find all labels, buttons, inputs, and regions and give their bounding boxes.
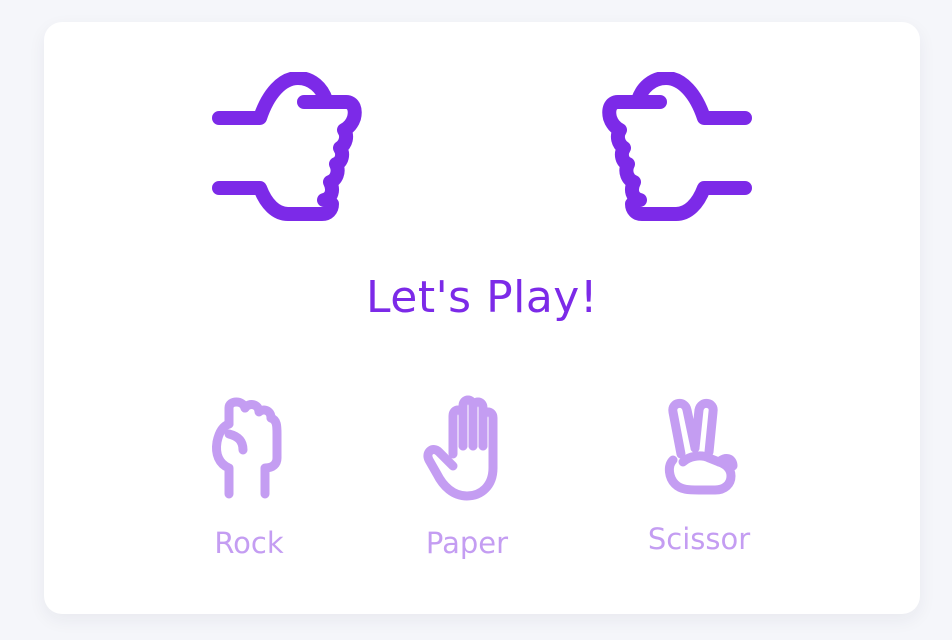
game-title: Let's Play! [366,272,598,323]
scissor-button[interactable]: Scissor [634,394,764,564]
paper-icon [417,394,517,504]
rock-icon [199,394,299,504]
scissor-label: Scissor [647,522,751,556]
computer-hand-icon [602,72,752,222]
paper-button[interactable]: Paper [402,394,532,564]
rock-label: Rock [214,526,284,560]
game-card: Let's Play! Rock Paper Scissor [44,22,920,614]
player-hand-icon [212,72,362,222]
hands-display [44,22,920,262]
paper-label: Paper [425,526,509,560]
rock-button[interactable]: Rock [184,394,314,564]
scissor-icon [649,394,749,504]
